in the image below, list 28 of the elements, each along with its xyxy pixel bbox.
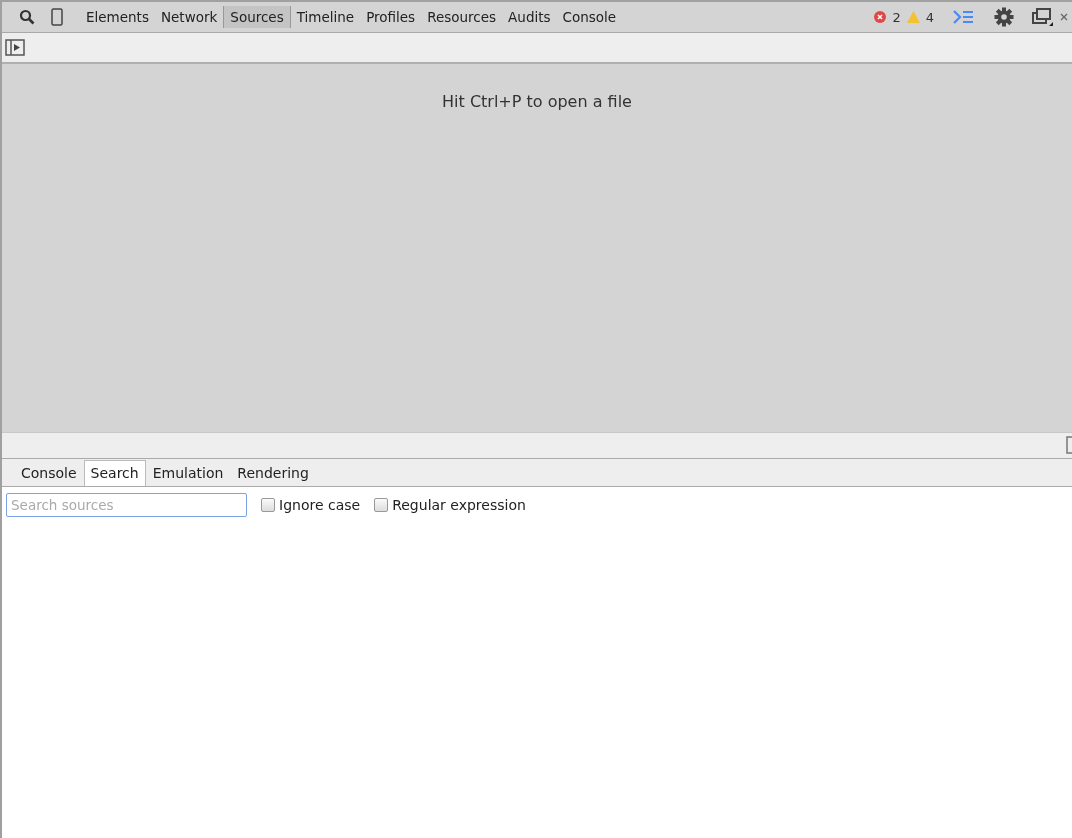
toggle-navigator-icon[interactable]: [5, 39, 25, 56]
drawer-tab[interactable]: Search: [83, 459, 146, 486]
panel-tab[interactable]: Console: [556, 6, 623, 28]
close-icon[interactable]: [1060, 12, 1068, 22]
panel-tab[interactable]: Profiles: [360, 6, 422, 28]
panel-tab[interactable]: Sources: [223, 6, 291, 28]
checkbox[interactable]: [374, 497, 389, 512]
dock-icon[interactable]: [1032, 7, 1054, 27]
error-count: 2: [892, 9, 901, 25]
search-field[interactable]: Search sources: [6, 492, 247, 517]
open-file-hint: Hit Ctrl+P to open a file: [442, 92, 632, 112]
panel-tab[interactable]: Audits: [502, 6, 557, 28]
checkbox-label: Regular expression: [392, 496, 526, 513]
console-drawer-icon[interactable]: [952, 9, 974, 25]
panel-tab[interactable]: Elements: [80, 6, 155, 28]
panel-tab[interactable]: Timeline: [290, 6, 361, 28]
settings-icon[interactable]: [994, 7, 1014, 27]
checkbox-label: Ignore case: [279, 496, 361, 513]
warning-count: 4: [925, 9, 934, 25]
drawer-tab[interactable]: Rendering: [230, 459, 316, 486]
panel-tab[interactable]: Network: [154, 6, 224, 28]
drawer-tab[interactable]: Console: [14, 459, 84, 486]
checkbox[interactable]: [261, 497, 275, 512]
error-icon: [874, 11, 887, 23]
panel-icon[interactable]: [1066, 436, 1072, 454]
panel-tab[interactable]: Resources: [421, 6, 503, 28]
drawer-tab[interactable]: Emulation: [145, 459, 231, 486]
warning-icon: [906, 11, 920, 23]
